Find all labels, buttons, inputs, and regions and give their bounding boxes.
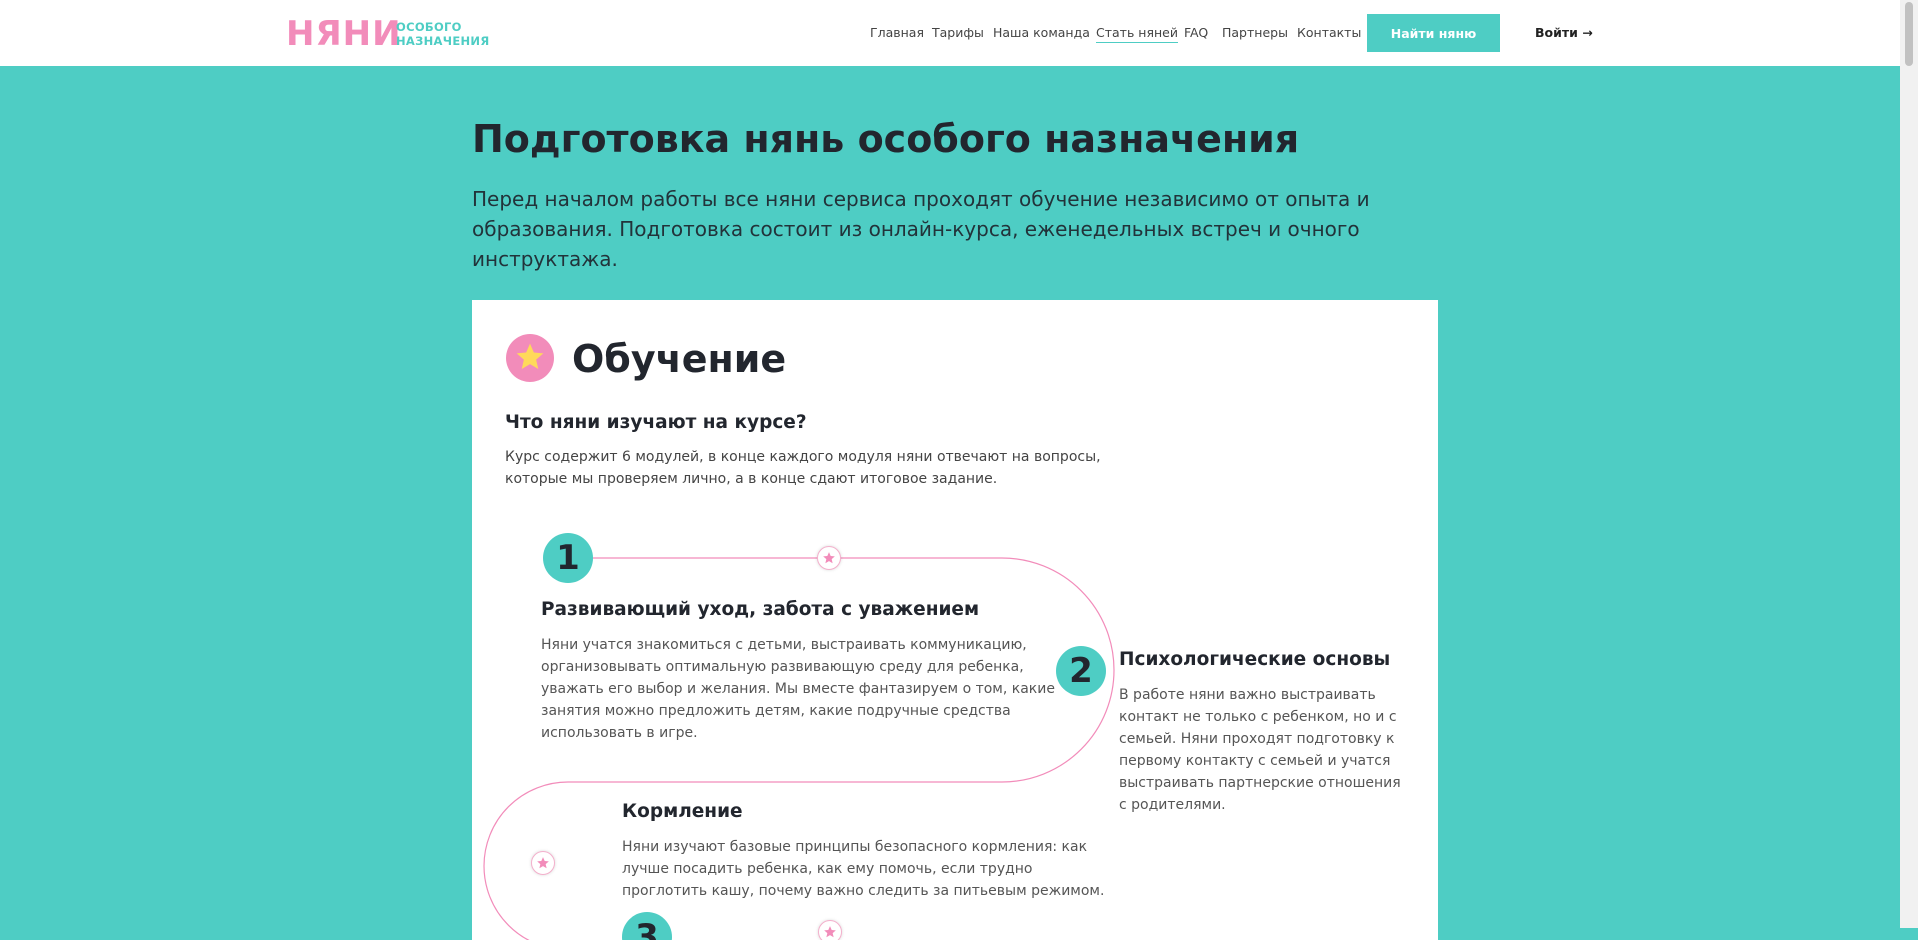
page-title: Подготовка нянь особого назначения (472, 117, 1300, 161)
nav-item-team[interactable]: Наша команда (993, 24, 1090, 42)
module-text: Няни изучают базовые принципы безопасног… (622, 839, 1105, 899)
module-number-badge: 2 (1056, 646, 1106, 696)
module-title: Развивающий уход, забота с уважением (541, 599, 980, 620)
nav-item-contacts[interactable]: Контакты (1297, 24, 1361, 42)
path-star-marker (817, 546, 841, 570)
training-card: Обучение Что няни изучают на курсе? Курс… (472, 300, 1438, 940)
logo-sub-line2: НАЗНАЧЕНИЯ (396, 34, 490, 48)
module-text: В работе няни важно выстраивать контакт … (1119, 687, 1401, 813)
nav-item-partners[interactable]: Партнеры (1222, 24, 1288, 42)
path-star-marker (818, 920, 842, 940)
path-star-marker (531, 851, 555, 875)
intro-text: Перед началом работы все няни сервиса пр… (472, 187, 1370, 271)
nav-item-faq[interactable]: FAQ (1184, 24, 1208, 42)
nav-item-tariffs[interactable]: Тарифы (932, 24, 984, 42)
site-header: НЯНИ ОСОБОГО НАЗНАЧЕНИЯ Главная Тарифы Н… (0, 0, 1900, 66)
nav-item-become-nanny[interactable]: Стать няней (1096, 24, 1178, 43)
scrollbar-thumb[interactable] (1905, 2, 1913, 66)
scrollbar[interactable] (1900, 0, 1918, 928)
nav-item-home[interactable]: Главная (870, 24, 924, 42)
logo-main-text: НЯНИ (286, 14, 402, 54)
login-link[interactable]: Войти → (1535, 24, 1593, 42)
logo-sub-line1: ОСОБОГО (396, 20, 462, 34)
find-nanny-button[interactable]: Найти няню (1367, 14, 1500, 52)
module-number-badge: 1 (543, 533, 593, 583)
module-title: Кормление (622, 801, 743, 822)
module-text: Няни учатся знакомиться с детьми, выстра… (541, 637, 1055, 741)
module-title: Психологические основы (1119, 649, 1391, 670)
logo-subtitle: ОСОБОГО НАЗНАЧЕНИЯ (396, 20, 489, 48)
